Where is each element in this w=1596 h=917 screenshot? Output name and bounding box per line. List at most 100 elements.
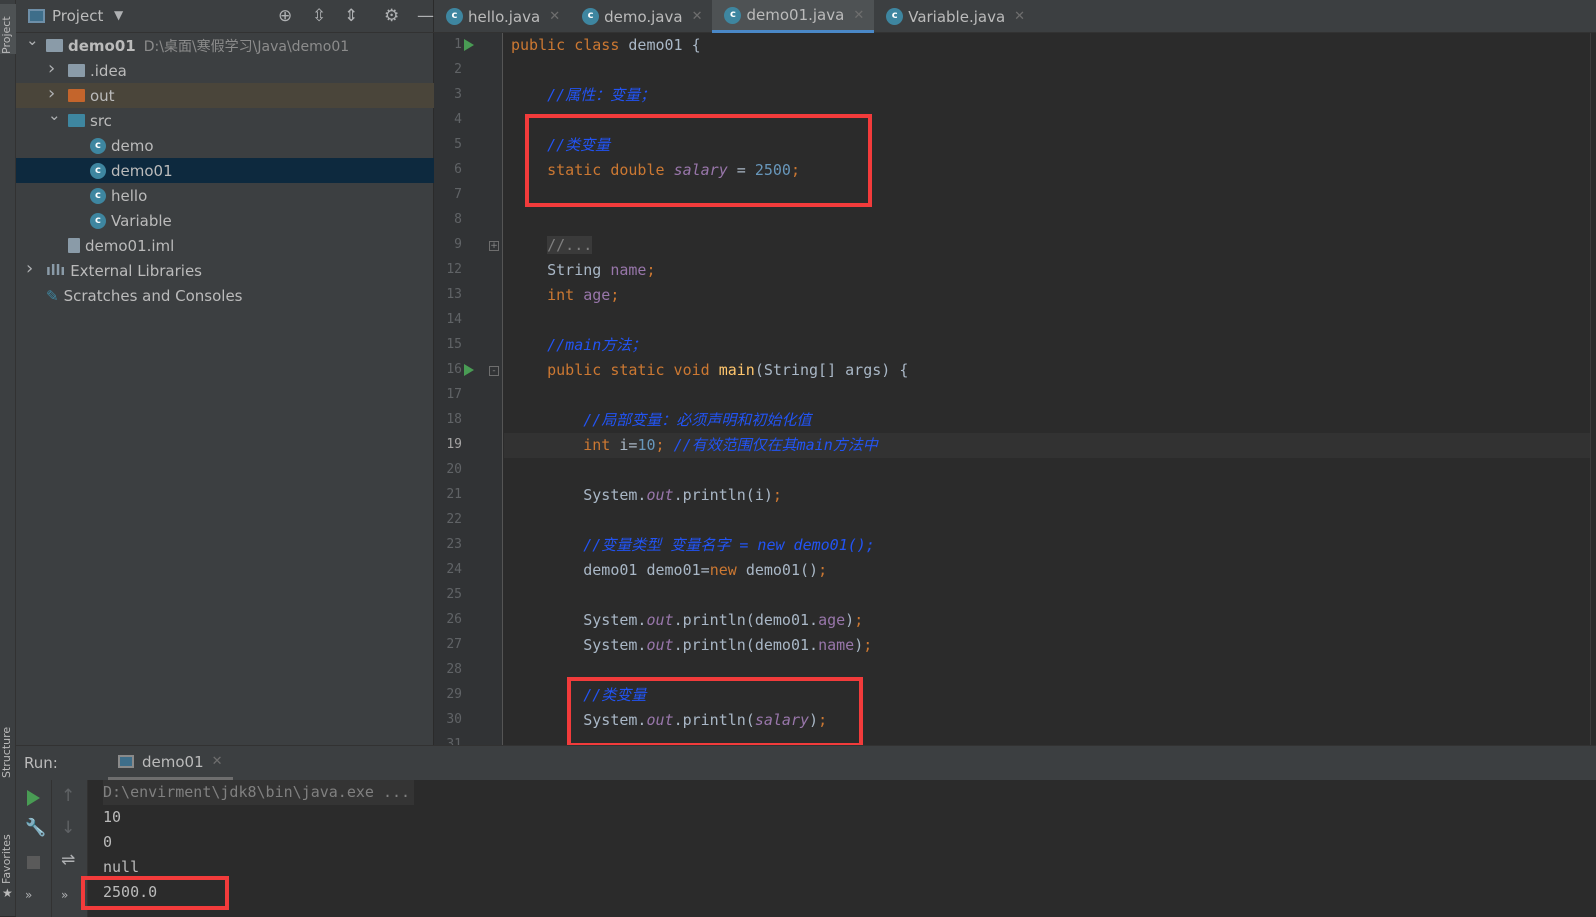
soft-wrap-icon[interactable]: ⇌ [61,850,75,870]
tab-demo01-java[interactable]: c demo01.java ✕ [712,0,875,33]
run-tab[interactable]: demo01 ✕ [108,746,233,780]
code-line: System.out.println(demo01.name); [511,633,872,658]
more-icon[interactable]: » [61,888,68,902]
gear-icon[interactable]: ⚙ [384,6,399,26]
tree-item-src[interactable]: ⌄ src [16,106,434,133]
tree-item-label: demo01 [68,36,136,55]
line-number: 27 [446,637,462,652]
code-line: int i=10; //有效范围仅在其main方法中 [511,433,878,458]
code-token: (String[] args) { [754,361,909,379]
code-token: ; [818,561,828,579]
run-panel: Run: demo01 ✕ 🔧 » ↑ ↓ ⇌ » D:\envirment\j… [16,745,1596,917]
structure-tool-button[interactable]: Structure [0,718,16,778]
tree-item-variable[interactable]: c Variable [16,208,434,233]
tree-item-external-libraries[interactable]: › ıllı External Libraries [16,258,434,283]
hide-icon[interactable]: — [417,6,434,26]
code-line: //变量类型 变量名字 = new demo01(); [511,533,875,558]
code-token: out [646,636,674,654]
arrow-up-icon[interactable]: ↑ [61,786,75,806]
line-number: 5 [454,137,462,152]
code-token: out [646,486,674,504]
project-panel: Project ▼ ⊕ ⇳ ⇕ ⚙ — ⌄ demo01 D:\桌面\寒假学习\Ja… [16,0,434,745]
close-icon[interactable]: ✕ [549,9,560,24]
libraries-icon: ıllı [46,262,66,279]
gutter: 1 2 3 4 5 6 7 8 9 +12 13 14 15 16-17 18 19 20 21 22 23 24 25 2… [434,33,503,745]
tab-variable-java[interactable]: c Variable.java ✕ [874,0,1035,33]
favorites-tool-button[interactable]: Favorites [0,822,16,884]
line-number: 19 [446,437,462,452]
code-editor[interactable]: 1 2 3 4 5 6 7 8 9 +12 13 14 15 16-17 18 19 20 21 22 23 24 25 2… [434,33,1596,745]
close-icon[interactable]: ✕ [212,754,223,769]
run-tab-label: demo01 [142,752,204,771]
line-number: 17 [446,387,462,402]
run-gutter-icon[interactable] [464,39,474,51]
highlight-box-static-variable [525,114,872,207]
rerun-icon[interactable] [27,790,40,806]
tree-item--idea[interactable]: › .idea [16,58,434,83]
tree-item-label: Scratches and Consoles [63,286,243,305]
expand-all-icon[interactable]: ⇳ [312,6,326,26]
left-tool-strip: Project Structure Favorites ★ [0,0,16,916]
code-token: ) [845,611,855,629]
close-icon[interactable]: ✕ [853,8,864,23]
code-token: .println(i) [673,486,773,504]
tree-item-demo01-iml[interactable]: demo01.iml [16,233,434,258]
code-token: 10 [637,436,656,454]
line-number: 31 [446,737,462,745]
arrow-down-icon[interactable]: ↓ [61,818,75,838]
line-number: 12 [446,262,462,277]
code-token: .println(demo01. [673,636,819,654]
code-token: int [547,286,584,304]
tree-item-demo01[interactable]: c demo01 [16,158,434,183]
run-gutter-icon[interactable] [464,364,474,376]
code-token: //有效范围仅在其main方法中 [673,436,878,454]
locate-icon[interactable]: ⊕ [278,6,292,26]
chevron-right-icon[interactable]: › [26,258,33,279]
chevron-down-icon[interactable]: ⌄ [26,31,39,49]
tree-item-demo01[interactable]: ⌄ demo01 D:\桌面\寒假学习\Java\demo01 [16,31,434,58]
tab-demo-java[interactable]: c demo.java ✕ [570,0,712,33]
runnable-class-icon: c [90,137,106,154]
tab-label: hello.java [468,7,541,26]
fold-expand-icon[interactable]: + [489,241,499,251]
code-line: demo01 demo01=new demo01(); [511,558,827,583]
code-token: age [818,611,846,629]
tree-item-hello[interactable]: c hello [16,183,434,208]
code-line: //main方法； [511,333,646,358]
chevron-down-icon[interactable]: ⌄ [48,106,61,124]
tree-item-demo[interactable]: c demo [16,133,434,158]
code-token: demo01 { [628,36,701,54]
more-icon[interactable]: » [25,888,32,902]
chevron-right-icon[interactable]: › [48,83,55,104]
code-token: demo01() [745,561,819,579]
star-icon: ★ [2,886,13,900]
code-token: public class [511,36,629,54]
folder-icon [68,89,85,102]
collapse-all-icon[interactable]: ⇕ [344,6,358,26]
project-view-selector[interactable]: Project [52,7,103,25]
chevron-down-icon[interactable]: ▼ [114,8,123,22]
tree-item-out[interactable]: › out [16,83,434,108]
project-tool-button[interactable]: Project [0,4,16,54]
fold-collapse-icon[interactable]: - [489,366,499,376]
project-panel-header: Project ▼ ⊕ ⇳ ⇕ ⚙ — [16,0,434,33]
editor-scrollbar[interactable] [1590,33,1596,745]
code-token: System. [511,486,647,504]
stop-icon[interactable] [27,856,40,869]
line-number: 4 [454,112,462,127]
line-number: 30 [446,712,462,727]
wrench-icon[interactable]: 🔧 [25,818,46,838]
code-token: //变量类型 变量名字 = new demo01(); [583,536,875,554]
chevron-right-icon[interactable]: › [48,58,55,79]
code-token: //... [547,236,593,254]
tree-item-scratches-and-consoles[interactable]: ✎ Scratches and Consoles [16,283,434,308]
close-icon[interactable]: ✕ [1014,9,1025,24]
line-number: 8 [454,212,462,227]
tree-item-label: demo01.iml [85,236,175,255]
tab-hello-java[interactable]: c hello.java ✕ [434,0,570,33]
folder-icon [68,114,85,127]
code-line: //属性：变量； [511,83,655,108]
run-panel-header: Run: [16,746,1596,780]
close-icon[interactable]: ✕ [692,9,703,24]
